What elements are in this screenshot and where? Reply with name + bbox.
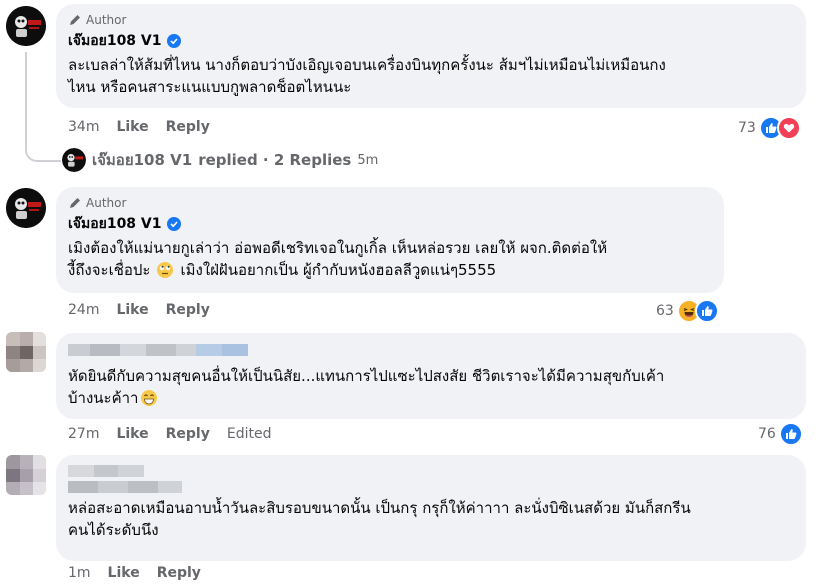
reaction-count: 63 (656, 303, 674, 319)
grinning-emoji-icon (141, 390, 158, 406)
commenter-name[interactable]: เจ๊มอย108 V1 (68, 30, 162, 52)
reaction-summary[interactable]: 63 (656, 299, 719, 323)
comment-text-line: ละเบลล่าให้ส้มที่ไหน นางก็ตอบว่าบังเอิญเ… (68, 56, 666, 74)
thread-connector (25, 52, 61, 162)
commenter-name[interactable]: เจ๊มอย108 V1 (68, 213, 162, 235)
like-button[interactable]: Like (116, 119, 148, 135)
comment-time[interactable]: 1m (68, 565, 91, 581)
comment-text-line: ไหน หรือคนสาระแนแบบกูพลาดช็อตไหนนะ (68, 78, 352, 96)
user-avatar[interactable] (6, 455, 46, 495)
comment-text: หล่อสะอาดเหมือนอาบน้ำวันละสิบรอบขนาดนั้น… (68, 497, 794, 541)
blurred-username (68, 465, 182, 493)
replies-count-text: replied · 2 Replies (198, 151, 352, 169)
comment-actions: 34m Like Reply (68, 119, 210, 135)
author-badge: Author (68, 195, 712, 211)
like-button[interactable]: Like (108, 565, 140, 581)
comment-text-line: เมิงต้องให้แม่นายกูเล่าว่า อ่อพอดีเชริทเ… (68, 239, 608, 257)
reaction-count: 73 (738, 120, 756, 136)
pencil-icon (70, 15, 80, 25)
replies-time: 5m (357, 152, 379, 168)
author-badge: Author (68, 12, 794, 28)
like-button[interactable]: Like (116, 302, 148, 318)
comment-text: เมิงต้องให้แม่นายกูเล่าว่า อ่อพอดีเชริทเ… (68, 237, 712, 281)
comment-text-fragment: บ้างนะค้าา (68, 389, 139, 407)
verified-icon (166, 217, 181, 231)
reaction-count: 76 (758, 426, 776, 442)
blurred-username (68, 344, 248, 356)
replier-avatar (62, 148, 86, 172)
author-badge-label: Author (86, 196, 127, 210)
comment-actions: 24m Like Reply (68, 302, 210, 318)
love-icon (776, 116, 801, 140)
comment-text-fragment: งี้ถึงจะเชื่อปะ (68, 261, 151, 279)
user-avatar[interactable] (6, 332, 46, 372)
verified-icon (166, 34, 181, 48)
reply-button[interactable]: Reply (166, 426, 210, 442)
comment-text-line: บ้างนะค้าา (68, 387, 794, 409)
comment-text: หัดยินดีกับความสุขคนอื่นให้เป็นนิสัย...แ… (68, 365, 794, 409)
author-avatar[interactable] (6, 6, 46, 46)
comment-actions: 27m Like Reply Edited (68, 426, 271, 442)
rolling-eyes-emoji-icon (157, 262, 174, 278)
comment-time[interactable]: 27m (68, 426, 99, 442)
like-icon (778, 422, 803, 446)
replier-name: เจ๊มอย108 V1 (92, 151, 193, 169)
comment-text-line: งี้ถึงจะเชื่อปะ เมิงใฝ่ฝันอยากเป็น ผู้กำ… (68, 259, 712, 281)
reaction-summary[interactable]: 73 (738, 116, 801, 140)
comment-text-line: หล่อสะอาดเหมือนอาบน้ำวันละสิบรอบขนาดนั้น… (68, 499, 691, 517)
author-avatar[interactable] (6, 188, 46, 228)
like-button[interactable]: Like (116, 426, 148, 442)
reply-button[interactable]: Reply (166, 302, 210, 318)
pencil-icon (70, 198, 80, 208)
comment-text-fragment: เมิงใฝ่ฝันอยากเป็น ผู้กำกับหนังฮอลลีวูดแ… (180, 261, 497, 279)
comment-bubble: Author เจ๊มอย108 V1 เมิงต้องให้แม่นายกูเ… (56, 187, 724, 293)
comment-bubble: Author เจ๊มอย108 V1 ละเบลล่าให้ส้มที่ไหน… (56, 4, 806, 108)
reaction-summary[interactable]: 76 (758, 422, 803, 446)
comment-bubble: หัดยินดีกับความสุขคนอื่นให้เป็นนิสัย...แ… (56, 333, 806, 419)
comment-time[interactable]: 24m (68, 302, 99, 318)
comment-actions: 1m Like Reply (68, 565, 201, 581)
view-replies-link[interactable]: เจ๊มอย108 V1 replied · 2 Replies 5m (62, 148, 378, 172)
comment-text: ละเบลล่าให้ส้มที่ไหน นางก็ตอบว่าบังเอิญเ… (68, 54, 794, 98)
comment-text-line: คนได้ระดับนึง (68, 521, 159, 539)
like-icon (694, 299, 719, 323)
reply-button[interactable]: Reply (157, 565, 201, 581)
comment-time[interactable]: 34m (68, 119, 99, 135)
edited-label[interactable]: Edited (227, 426, 272, 442)
comment-bubble: หล่อสะอาดเหมือนอาบน้ำวันละสิบรอบขนาดนั้น… (56, 455, 806, 561)
author-badge-label: Author (86, 13, 127, 27)
reply-button[interactable]: Reply (166, 119, 210, 135)
comment-text-line: หัดยินดีกับความสุขคนอื่นให้เป็นนิสัย...แ… (68, 367, 665, 385)
